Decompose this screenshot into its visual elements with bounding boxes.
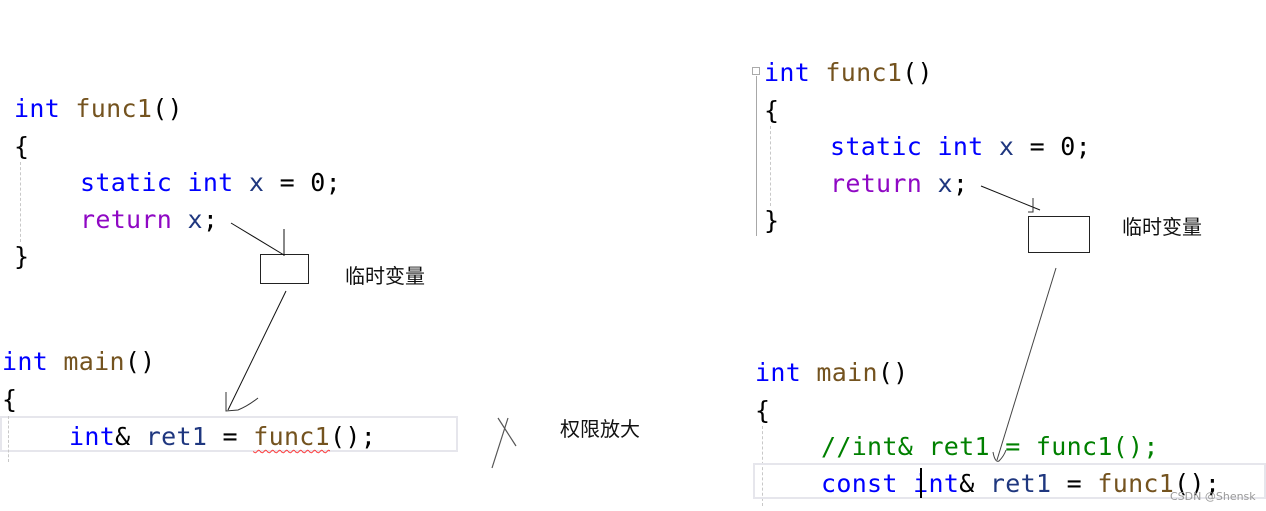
cross-mark-stroke [491,417,509,469]
arrow-return-to-temp [230,222,285,256]
arrowhead [225,392,259,412]
annotation-layer [225,185,1057,469]
arrow-return-to-temp [980,185,1041,211]
arrow-temp-to-ret1 [227,290,287,411]
arrow-temp-to-ret1 [996,267,1057,461]
